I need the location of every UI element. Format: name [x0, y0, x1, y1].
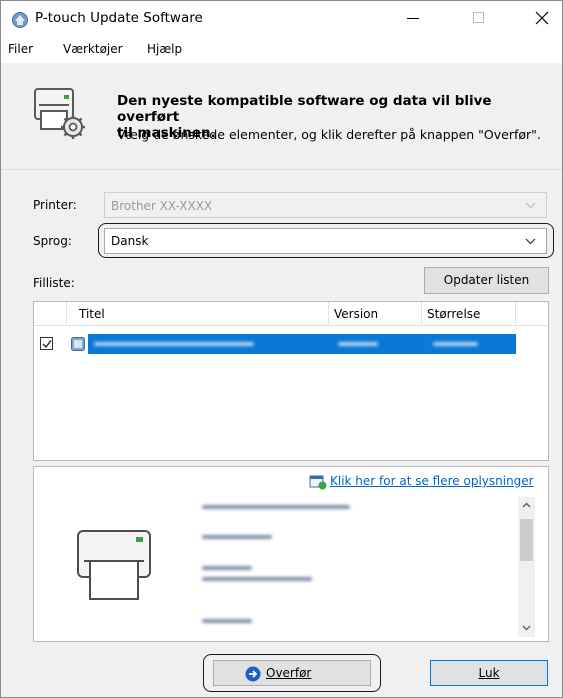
details-scrollbar[interactable]: [518, 497, 535, 637]
printer-update-icon: [34, 88, 85, 139]
window-title: P-touch Update Software: [35, 10, 203, 26]
close-window-button[interactable]: [527, 7, 557, 29]
language-label: Sprog:: [33, 234, 72, 248]
filelist-label: Filliste:: [33, 276, 75, 290]
column-divider: [515, 302, 516, 326]
blurred-title-text: [94, 342, 254, 346]
column-divider: [66, 302, 67, 326]
column-header-size[interactable]: Størrelse: [427, 307, 480, 321]
blurred-detail-text: [202, 505, 350, 509]
chevron-down-icon: [525, 202, 536, 209]
title-bar: P-touch Update Software: [1, 1, 562, 37]
language-select[interactable]: Dansk: [104, 228, 547, 254]
printer-label: Printer:: [33, 198, 77, 212]
menu-help[interactable]: Hjælp: [147, 42, 182, 56]
column-divider: [328, 302, 329, 326]
file-package-icon: [71, 337, 85, 351]
menu-help-label: Hjælp: [147, 42, 183, 56]
header-headline-line1: Den nyeste kompatible software og data v…: [117, 93, 492, 125]
maximize-icon: [473, 12, 484, 23]
checkmark-icon: [42, 340, 52, 349]
language-select-value: Dansk: [111, 234, 149, 248]
chevron-down-icon: [525, 238, 536, 245]
arrow-right-circle-icon: [245, 666, 261, 682]
menu-bar: Filer Værktøjer Hjælp: [1, 37, 562, 63]
table-row[interactable]: [34, 334, 548, 354]
blurred-version-text: [338, 342, 378, 346]
close-button-label: Luk: [478, 666, 500, 680]
scroll-down-icon[interactable]: [522, 625, 531, 631]
menu-file[interactable]: Filer: [8, 42, 33, 56]
ptouch-app-icon: [12, 12, 28, 28]
file-list-table: Titel Version Størrelse: [33, 301, 549, 461]
printer-select[interactable]: Brother XX-XXXX: [104, 192, 547, 218]
details-panel: Klik her for at se flere oplysninger: [33, 466, 549, 642]
maximize-button[interactable]: [464, 7, 494, 29]
scroll-up-icon[interactable]: [522, 502, 531, 508]
minimize-button[interactable]: [398, 7, 428, 29]
row-checkbox[interactable]: [40, 337, 53, 350]
blurred-size-text: [433, 342, 478, 346]
printer-image: [77, 530, 151, 600]
minimize-icon: [407, 18, 419, 19]
info-document-icon: [309, 475, 327, 490]
header-panel: Den nyeste kompatible software og data v…: [1, 63, 562, 170]
column-divider: [421, 302, 422, 326]
menu-file-label: Filer: [8, 42, 34, 56]
column-header-title[interactable]: Titel: [79, 307, 105, 321]
header-instruction: Vælg de ønskede elementer, og klik deref…: [117, 127, 541, 142]
blurred-detail-text: [202, 577, 312, 581]
blurred-detail-text: [202, 619, 252, 623]
table-header: Titel Version Størrelse: [34, 302, 548, 326]
menu-tools-label: Værktøjer: [63, 42, 123, 56]
more-info-link[interactable]: Klik her for at se flere oplysninger: [330, 474, 534, 488]
column-header-version[interactable]: Version: [334, 307, 378, 321]
blurred-detail-text: [202, 535, 272, 539]
menu-tools[interactable]: Værktøjer: [63, 42, 123, 56]
transfer-button-label: Overfør: [266, 666, 312, 680]
transfer-button[interactable]: Overfør: [213, 660, 371, 686]
close-icon: [535, 11, 549, 25]
scrollbar-thumb[interactable]: [520, 519, 533, 561]
printer-select-value: Brother XX-XXXX: [111, 199, 213, 213]
blurred-detail-text: [202, 566, 252, 570]
row-selection: [88, 334, 516, 354]
close-button[interactable]: Luk: [430, 660, 548, 686]
refresh-list-button[interactable]: Opdater listen: [424, 267, 549, 294]
